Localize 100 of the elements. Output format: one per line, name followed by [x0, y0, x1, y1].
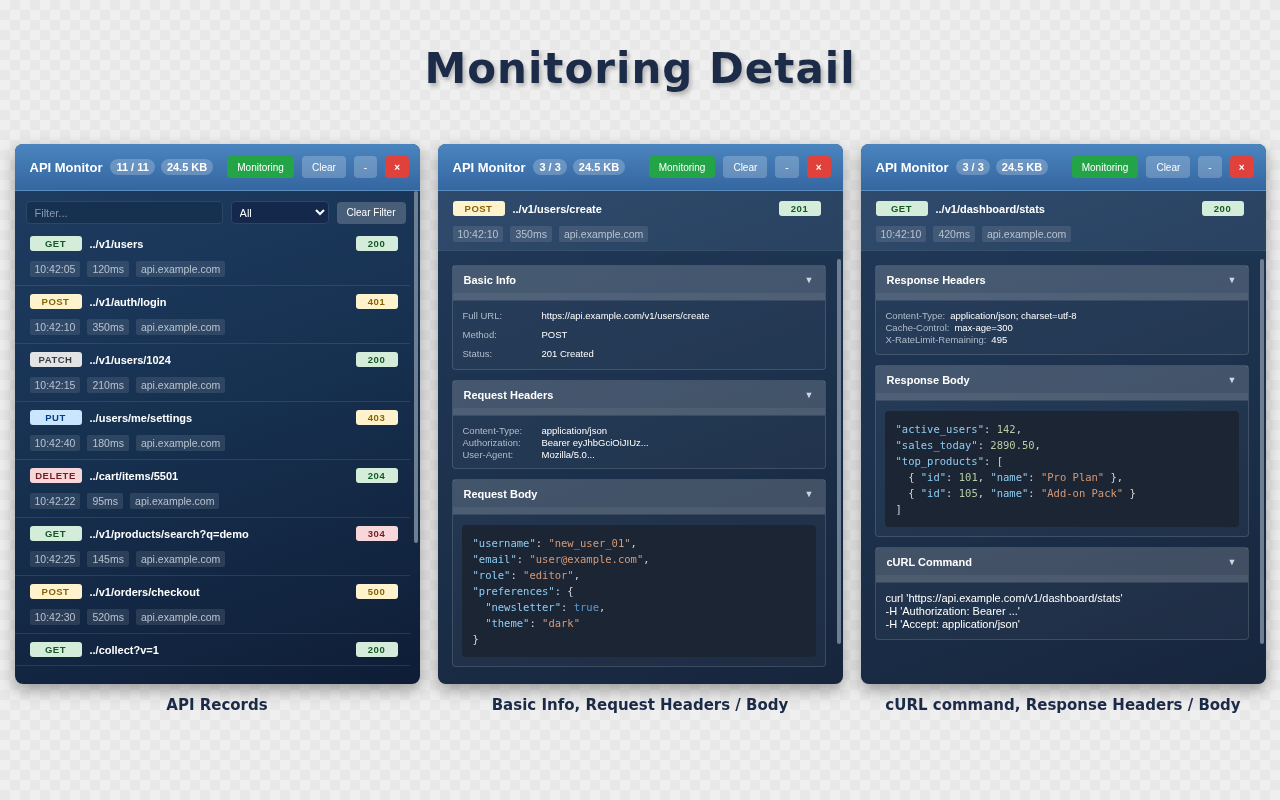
- method-badge: POST: [29, 584, 82, 599]
- record-row[interactable]: GET ../collect?v=1 200: [14, 634, 410, 666]
- header-value: application/json; charset=utf-8: [950, 310, 1077, 322]
- header-name: Content-Type:: [885, 310, 946, 322]
- monitoring-button[interactable]: Monitoring: [227, 156, 294, 178]
- section-title: Request Body: [463, 487, 538, 500]
- header-button[interactable]: Clear: [723, 156, 768, 178]
- code-line: "active_users": 142,: [895, 422, 1023, 437]
- scrollbar[interactable]: [413, 191, 418, 543]
- toggle-icon[interactable]: ▼: [804, 488, 814, 499]
- meta-tag: 10:42:10: [875, 226, 927, 242]
- record-row[interactable]: GET ../v1/users 200 10:42:05 120ms api.example.com: [14, 228, 410, 286]
- meta-tag: 10:42:10: [452, 226, 504, 242]
- record-row[interactable]: PATCH ../v1/users/1024 200 10:42:15 210ms api.example.com: [14, 344, 410, 402]
- meta-tag: api.example.com: [135, 435, 226, 451]
- request-path: ../v1/dashboard/stats: [935, 202, 1046, 215]
- request-path: ../v1/users/create: [512, 202, 603, 215]
- panel-title: API Monitor: [452, 159, 526, 175]
- field-label: User-Agent:: [462, 449, 515, 460]
- clear-filter-button[interactable]: Clear Filter: [336, 201, 406, 224]
- meta-tag: 520ms: [87, 609, 129, 625]
- field-label: Method:: [462, 329, 498, 340]
- section-header[interactable]: Request Body ▼: [452, 480, 825, 514]
- method-badge: GET: [29, 526, 82, 541]
- status-badge: 304: [355, 526, 398, 541]
- meta-tag: api.example.com: [135, 609, 226, 625]
- method-badge: PATCH: [29, 352, 82, 367]
- panel-title: API Monitor: [875, 159, 949, 175]
- method-select[interactable]: All: [230, 201, 329, 224]
- meta-tag: 10:42:15: [29, 377, 81, 393]
- size-chip: 24.5 KB: [572, 159, 626, 175]
- header-value: 495: [991, 334, 1008, 346]
- monitoring-button[interactable]: Monitoring: [648, 156, 716, 178]
- field-label: Status:: [462, 348, 494, 359]
- monitoring-button[interactable]: Monitoring: [1071, 156, 1139, 178]
- header-button[interactable]: -: [775, 156, 799, 178]
- status-badge: 200: [1201, 201, 1244, 216]
- record-row[interactable]: DELETE ../cart/items/5501 204 10:42:22 95ms api.example.com: [14, 460, 410, 518]
- close-button[interactable]: ×: [1229, 156, 1254, 178]
- size-chip: 24.5 KB: [995, 159, 1049, 175]
- request-path: ../v1/users: [89, 237, 145, 250]
- request-path: ../v1/auth/login: [89, 295, 168, 308]
- record-row[interactable]: POST ../v1/orders/checkout 500 10:42:30 520ms api.example.com: [14, 576, 410, 634]
- code-line: "role": "editor",: [472, 568, 581, 583]
- code-line: { "id": 105, "name": "Add-on Pack" }: [907, 486, 1137, 501]
- filter-field[interactable]: Filter...: [25, 201, 223, 224]
- status-badge: 204: [355, 468, 398, 483]
- record-count: 3 / 3: [533, 159, 567, 175]
- section-title: Response Body: [886, 373, 970, 386]
- toggle-icon[interactable]: ▼: [1227, 374, 1237, 385]
- section-header[interactable]: Request Headers ▼: [452, 381, 825, 415]
- code-line: }: [472, 632, 480, 647]
- section-title: Basic Info: [463, 273, 517, 286]
- method-badge: GET: [29, 236, 82, 251]
- section-header[interactable]: Response Headers ▼: [875, 266, 1248, 300]
- header-button[interactable]: -: [1198, 156, 1222, 178]
- field-value: Mozilla/5.0...: [541, 449, 596, 460]
- method-badge: POST: [29, 294, 82, 309]
- code-line: "username": "new_user_01",: [472, 536, 638, 551]
- close-button[interactable]: ×: [806, 156, 831, 178]
- record-row[interactable]: GET ../v1/products/search?q=demo 304 10:42:25 145ms api.example.com: [14, 518, 410, 576]
- method-badge: GET: [875, 201, 928, 216]
- field-value: POST: [541, 329, 569, 340]
- close-button[interactable]: ×: [385, 156, 410, 178]
- section-header[interactable]: cURL Command ▼: [875, 548, 1248, 582]
- meta-tag: 180ms: [87, 435, 129, 451]
- toggle-icon[interactable]: ▼: [1227, 274, 1237, 285]
- status-badge: 200: [355, 352, 398, 367]
- command-line: -H 'Authorization: Bearer ...': [885, 605, 1021, 618]
- scrollbar[interactable]: [1259, 259, 1264, 644]
- size-chip: 24.5 KB: [160, 159, 214, 175]
- meta-tag: api.example.com: [981, 226, 1072, 242]
- code-line: "newsletter": true,: [484, 600, 607, 615]
- header-button[interactable]: Clear: [1146, 156, 1191, 178]
- request-path: ../v1/orders/checkout: [89, 585, 201, 598]
- meta-tag: 10:42:10: [29, 319, 81, 335]
- section-header[interactable]: Response Body ▼: [875, 366, 1248, 400]
- field-label: Authorization:: [462, 437, 522, 448]
- header-button[interactable]: -: [353, 156, 378, 178]
- header-name: X-RateLimit-Remaining:: [885, 334, 987, 346]
- scrollbar[interactable]: [836, 259, 841, 644]
- toggle-icon[interactable]: ▼: [804, 274, 814, 285]
- record-row[interactable]: PUT ../users/me/settings 403 10:42:40 180ms api.example.com: [14, 402, 410, 460]
- meta-tag: 420ms: [933, 226, 975, 242]
- method-badge: PUT: [29, 410, 82, 425]
- toggle-icon[interactable]: ▼: [804, 389, 814, 400]
- section-title: cURL Command: [886, 555, 972, 568]
- method-badge: DELETE: [29, 468, 82, 483]
- request-path: ../collect?v=1: [89, 643, 160, 656]
- status-badge: 200: [355, 236, 398, 251]
- header-button[interactable]: Clear: [301, 156, 346, 178]
- toggle-icon[interactable]: ▼: [1227, 556, 1237, 567]
- meta-tag: 10:42:25: [29, 551, 81, 567]
- field-label: Content-Type:: [462, 425, 524, 436]
- command-line: -H 'Accept: application/json': [885, 618, 1021, 631]
- section-title: Request Headers: [463, 388, 554, 401]
- section-header[interactable]: Basic Info ▼: [452, 266, 825, 300]
- record-row[interactable]: POST ../v1/auth/login 401 10:42:10 350ms api.example.com: [14, 286, 410, 344]
- status-badge: 201: [778, 201, 821, 216]
- status-badge: 401: [355, 294, 398, 309]
